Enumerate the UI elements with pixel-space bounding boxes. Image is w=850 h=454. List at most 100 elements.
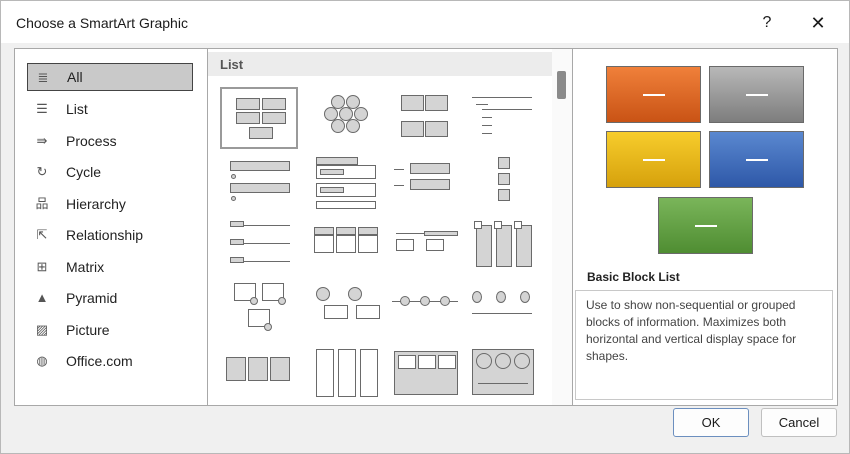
layout-pillar-list[interactable]: [310, 345, 388, 405]
layout-stacked-blocks[interactable]: [388, 87, 466, 149]
thumbnail-shape: [482, 117, 492, 118]
thumbnail-shape: [360, 349, 378, 397]
thumbnail-shape: [270, 357, 290, 381]
category-hierarchy[interactable]: 品 Hierarchy: [27, 190, 193, 218]
text-placeholder-line: [643, 159, 665, 161]
thumbnail-shape: [476, 225, 492, 267]
preview-layout-name: Basic Block List: [587, 270, 680, 284]
category-all[interactable]: ≣ All: [27, 63, 193, 91]
thumbnail-shape: [244, 225, 290, 226]
cancel-button[interactable]: Cancel: [761, 408, 837, 437]
ok-button[interactable]: OK: [673, 408, 749, 437]
thumbnail-shape: [476, 353, 492, 369]
all-icon: ≣: [37, 70, 49, 85]
thumbnail-shape: [498, 189, 510, 201]
thumbnail-shape: [496, 291, 506, 303]
thumbnail-shape: [316, 201, 376, 209]
thumbnail-shape: [472, 97, 532, 98]
layout-hexagon-cluster[interactable]: [310, 87, 388, 149]
thumbnail-shape: [516, 225, 532, 267]
thumbnail-shape: [424, 231, 458, 236]
thumbnail-shape: [425, 121, 448, 137]
help-button[interactable]: ?: [753, 9, 781, 37]
preview-block-3: [606, 131, 701, 188]
category-list: ≣ All ☰ List ⇛ Process ↻ Cycle 品 Hierarc…: [15, 49, 208, 405]
category-process[interactable]: ⇛ Process: [27, 127, 193, 155]
thumbnail-shape: [348, 287, 362, 301]
category-office-com[interactable]: ◍ Office.com: [27, 347, 193, 375]
process-icon: ⇛: [36, 133, 48, 148]
layout-lined-list[interactable]: [466, 87, 544, 149]
layout-circle-accent-list[interactable]: [310, 281, 388, 343]
dialog-body: ≣ All ☰ List ⇛ Process ↻ Cycle 品 Hierarc…: [14, 48, 838, 406]
layout-vertical-chevron-list[interactable]: [466, 153, 544, 215]
thumbnail-shape: [316, 287, 330, 301]
layout-bullet-list-stack[interactable]: [220, 217, 298, 279]
category-label: All: [67, 69, 83, 85]
matrix-icon: ⊞: [36, 259, 48, 274]
layout-half-circle-list[interactable]: [466, 281, 544, 343]
category-label: List: [66, 101, 88, 117]
preview-pane: Basic Block List Use to show non-sequent…: [573, 49, 837, 405]
preview-block-5: [658, 197, 753, 254]
thumbnail-shape: [356, 305, 380, 319]
thumbnail-shape: [425, 95, 448, 111]
layout-table-list[interactable]: [310, 217, 388, 279]
gallery-scrollbar[interactable]: [552, 49, 572, 405]
thumbnail-shape: [498, 173, 510, 185]
thumbnail-shape: [324, 305, 348, 319]
relationship-icon: ⇱: [36, 227, 48, 242]
layout-vertical-box-list[interactable]: [388, 153, 466, 215]
thumbnail-shape: [358, 235, 378, 253]
thumbnail-shape: [410, 179, 450, 190]
category-cycle[interactable]: ↻ Cycle: [27, 158, 193, 186]
thumbnail-shape: [320, 169, 344, 175]
thumbnail-shape: [401, 121, 424, 137]
category-label: Process: [66, 133, 117, 149]
layout-arrow-block-list[interactable]: [220, 345, 298, 405]
thumbnail-shape: [249, 127, 273, 139]
thumbnail-shape: [346, 119, 360, 133]
thumbnail-shape: [230, 257, 244, 263]
layout-basic-block-list[interactable]: [220, 87, 298, 149]
scrollbar-thumb[interactable]: [557, 71, 566, 99]
thumbnail-shape: [400, 296, 410, 306]
thumbnail-shape: [314, 235, 334, 253]
thumbnail-shape: [336, 227, 356, 235]
category-picture[interactable]: ▨ Picture: [27, 316, 193, 344]
thumbnail-shape: [231, 174, 236, 179]
thumbnail-shape: [476, 104, 488, 105]
thumbnail-shape: [438, 355, 456, 369]
category-list-item[interactable]: ☰ List: [27, 95, 193, 123]
category-label: Cycle: [66, 164, 102, 180]
thumbnail-shape: [401, 95, 424, 111]
globe-icon: ◍: [36, 353, 48, 368]
category-label: Picture: [66, 322, 110, 338]
preview-block-4: [709, 131, 804, 188]
layout-circle-column-list[interactable]: [466, 345, 544, 405]
category-matrix[interactable]: ⊞ Matrix: [27, 253, 193, 281]
layout-picture-caption-list[interactable]: [220, 281, 298, 343]
thumbnail-shape: [230, 183, 290, 193]
thumbnail-shape: [398, 355, 416, 369]
layout-column-list[interactable]: [466, 217, 544, 279]
thumbnail-shape: [262, 98, 286, 110]
title-bar: Choose a SmartArt Graphic ? ✕: [1, 1, 849, 43]
layout-circle-timeline[interactable]: [388, 281, 466, 343]
cycle-icon: ↻: [36, 164, 48, 179]
layout-horizontal-bullet-list[interactable]: [220, 153, 298, 215]
layout-banded-block-list[interactable]: [388, 345, 466, 405]
thumbnail-shape: [514, 353, 530, 369]
category-relationship[interactable]: ⇱ Relationship: [27, 221, 193, 249]
thumbnail-shape: [316, 349, 334, 397]
thumbnail-shape: [474, 221, 482, 229]
close-button[interactable]: ✕: [804, 9, 832, 37]
thumbnail-shape: [320, 187, 344, 193]
layout-trapezoid-list[interactable]: [310, 153, 388, 215]
layout-segmented-list[interactable]: [388, 217, 466, 279]
thumbnail-shape: [226, 357, 246, 381]
thumbnail-shape: [440, 296, 450, 306]
category-pyramid[interactable]: ▲ Pyramid: [27, 284, 193, 312]
thumbnail-shape: [482, 125, 492, 126]
thumbnail-shape: [264, 323, 272, 331]
